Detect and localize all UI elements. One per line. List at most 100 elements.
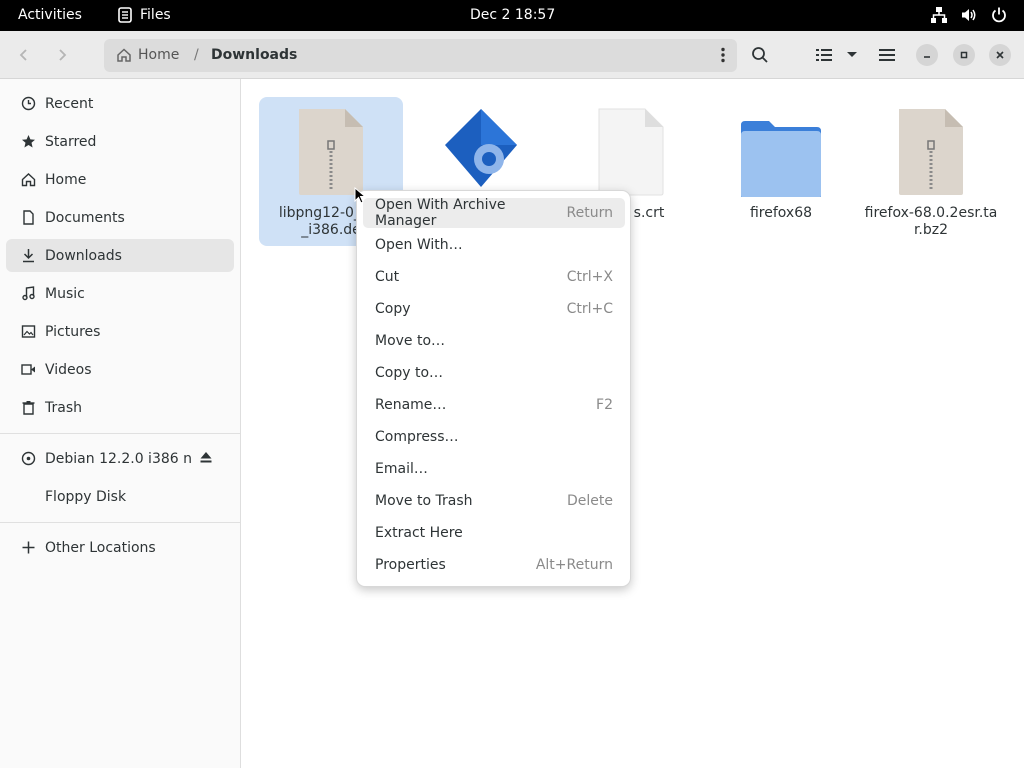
sidebar-item-label: Downloads xyxy=(45,247,122,264)
app-menu[interactable]: Files xyxy=(118,7,171,23)
clock-icon xyxy=(20,96,36,112)
path-menu-button[interactable] xyxy=(721,47,725,67)
file-item-firefox-archive[interactable]: firefox-68.0.2esr.ta r.bz2 xyxy=(859,97,1003,246)
search-button[interactable] xyxy=(748,43,772,67)
picture-icon xyxy=(20,324,36,340)
sidebar: Recent Starred Home Documents Downloads … xyxy=(0,79,241,768)
sidebar-item-videos[interactable]: Videos xyxy=(6,353,234,386)
sidebar-item-other-locations[interactable]: Other Locations xyxy=(6,531,234,564)
star-icon xyxy=(20,134,36,150)
sidebar-item-label: Pictures xyxy=(45,323,101,340)
menu-item-cut[interactable]: Cut Ctrl+X xyxy=(363,262,625,292)
kebab-menu-icon xyxy=(721,47,725,63)
plus-icon xyxy=(20,540,36,556)
header-bar: Home / Downloads xyxy=(0,31,1024,79)
list-view-icon xyxy=(816,49,832,61)
chevron-down-icon xyxy=(847,52,857,57)
sidebar-item-recent[interactable]: Recent xyxy=(6,87,234,120)
disc-icon xyxy=(20,451,36,467)
sidebar-item-documents[interactable]: Documents xyxy=(6,201,234,234)
view-options-button[interactable] xyxy=(840,43,864,67)
sidebar-item-label: Other Locations xyxy=(45,539,156,556)
sidebar-item-label: Music xyxy=(45,285,85,302)
menu-item-copy[interactable]: Copy Ctrl+C xyxy=(363,294,625,324)
power-icon[interactable] xyxy=(990,6,1008,24)
menu-item-copy-to[interactable]: Copy to… xyxy=(363,358,625,388)
maximize-button[interactable] xyxy=(953,44,975,66)
file-name: firefox-68.0.2esr.ta r.bz2 xyxy=(864,205,998,238)
sidebar-item-label: Debian 12.2.0 i386 n xyxy=(45,450,192,467)
sidebar-item-floppy-disk[interactable]: Floppy Disk xyxy=(6,480,234,513)
forward-button[interactable] xyxy=(49,42,75,68)
path-current-folder[interactable]: Downloads xyxy=(211,47,297,63)
path-separator: / xyxy=(194,47,199,63)
sidebar-item-label: Home xyxy=(45,171,87,188)
minimize-icon xyxy=(924,56,930,58)
clock[interactable]: Dec 2 18:57 xyxy=(470,7,555,23)
trash-icon xyxy=(20,400,36,416)
sidebar-item-starred[interactable]: Starred xyxy=(6,125,234,158)
sidebar-item-downloads[interactable]: Downloads xyxy=(6,239,234,272)
top-bar: Activities Files Dec 2 18:57 xyxy=(0,0,1024,31)
text-file-icon xyxy=(598,108,664,196)
path-bar: Home / Downloads xyxy=(104,39,737,72)
download-icon xyxy=(20,248,36,264)
minimize-button[interactable] xyxy=(916,44,938,66)
hamburger-menu-icon xyxy=(879,49,895,61)
sidebar-item-label: Videos xyxy=(45,361,92,378)
path-home-label: Home xyxy=(138,47,180,63)
file-item-firefox68-folder[interactable]: firefox68 xyxy=(709,97,853,246)
drive-icon xyxy=(20,489,36,505)
files-app-icon xyxy=(118,7,132,23)
sidebar-item-home[interactable]: Home xyxy=(6,163,234,196)
network-icon[interactable] xyxy=(930,6,948,24)
file-name: firefox68 xyxy=(749,205,813,221)
menu-item-compress[interactable]: Compress… xyxy=(363,422,625,452)
sidebar-item-label: Starred xyxy=(45,133,97,150)
menu-item-move-to[interactable]: Move to… xyxy=(363,326,625,356)
menu-item-email[interactable]: Email… xyxy=(363,454,625,484)
main-menu-button[interactable] xyxy=(875,43,899,67)
home-icon xyxy=(117,48,131,62)
close-icon xyxy=(996,51,1004,59)
system-tray[interactable] xyxy=(930,6,1008,24)
search-icon xyxy=(752,47,768,63)
document-icon xyxy=(20,210,36,226)
sidebar-item-pictures[interactable]: Pictures xyxy=(6,315,234,348)
folder-icon xyxy=(741,121,821,197)
close-button[interactable] xyxy=(989,44,1011,66)
sidebar-item-trash[interactable]: Trash xyxy=(6,391,234,424)
sidebar-divider xyxy=(0,433,240,434)
home-icon xyxy=(20,172,36,188)
sidebar-divider xyxy=(0,522,240,523)
sidebar-item-label: Documents xyxy=(45,209,125,226)
volume-icon[interactable] xyxy=(960,6,978,24)
chevron-left-icon xyxy=(19,49,27,61)
video-icon xyxy=(20,362,36,378)
menu-item-open-with-archive-manager[interactable]: Open With Archive Manager Return xyxy=(363,197,625,229)
chevron-right-icon xyxy=(59,49,67,61)
activities-button[interactable]: Activities xyxy=(18,7,82,23)
archive-file-icon xyxy=(899,109,963,195)
back-button[interactable] xyxy=(11,42,37,68)
eject-button[interactable] xyxy=(199,450,213,468)
package-gear-icon xyxy=(445,109,517,187)
sidebar-item-label: Floppy Disk xyxy=(45,488,127,505)
app-name: Files xyxy=(140,7,171,23)
eject-icon xyxy=(200,452,212,463)
menu-item-move-to-trash[interactable]: Move to Trash Delete xyxy=(363,486,625,516)
mouse-cursor-icon xyxy=(354,187,366,204)
archive-file-icon xyxy=(299,109,363,195)
menu-item-open-with[interactable]: Open With… xyxy=(363,230,625,260)
sidebar-item-label: Recent xyxy=(45,95,94,112)
sidebar-item-label: Trash xyxy=(45,399,82,416)
music-icon xyxy=(20,286,36,302)
menu-item-rename[interactable]: Rename… F2 xyxy=(363,390,625,420)
menu-item-extract-here[interactable]: Extract Here xyxy=(363,518,625,548)
view-list-button[interactable] xyxy=(812,43,836,67)
path-home-button[interactable]: Home xyxy=(116,47,179,63)
context-menu: Open With Archive Manager Return Open Wit… xyxy=(356,190,631,587)
sidebar-item-music[interactable]: Music xyxy=(6,277,234,310)
maximize-icon xyxy=(960,51,968,59)
menu-item-properties[interactable]: Properties Alt+Return xyxy=(363,550,625,580)
